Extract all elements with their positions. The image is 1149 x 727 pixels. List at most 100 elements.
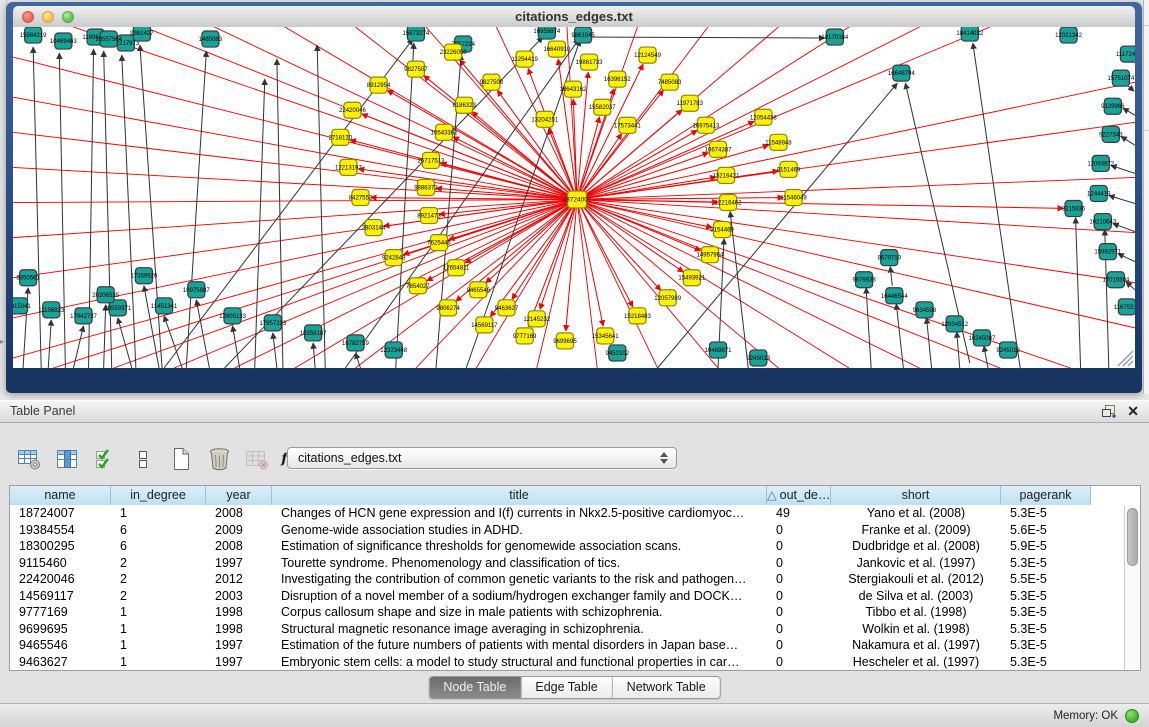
table-cell[interactable]: Dudbridge et al. (2008) <box>831 538 1001 555</box>
table-row[interactable]: 946554611997Estimation of the future num… <box>10 637 1140 654</box>
graph-node[interactable]: 22420046 <box>339 102 366 118</box>
graph-node[interactable]: 12057989 <box>654 290 681 306</box>
graph-node[interactable]: 9154469 <box>710 222 734 238</box>
graph-node[interactable]: 1485083 <box>199 31 223 47</box>
table-cell[interactable]: 2009 <box>206 522 272 539</box>
graph-node[interactable]: 10469463 <box>50 33 77 49</box>
graph-node[interactable]: 9827507 <box>404 61 428 77</box>
table-cell[interactable]: 5.3E-5 <box>1001 555 1091 572</box>
table-cell[interactable]: Investigating the contribution of common… <box>272 571 767 588</box>
graph-node[interactable]: 15345641 <box>592 328 619 344</box>
graph-node[interactable]: 8427552 <box>349 189 373 205</box>
float-panel-icon[interactable] <box>1101 404 1117 419</box>
graph-node[interactable]: 9129966 <box>1101 98 1125 114</box>
graph-node[interactable]: 9634508 <box>913 302 937 318</box>
graph-node[interactable]: 9151469 <box>777 161 801 177</box>
graph-node[interactable]: 15218483 <box>624 308 651 324</box>
table-cell[interactable]: 5.3E-5 <box>1001 654 1091 671</box>
table-cell[interactable]: 9699695 <box>10 621 111 638</box>
new-document-icon[interactable] <box>168 447 194 471</box>
table-cell[interactable]: 2 <box>111 571 206 588</box>
graph-node[interactable]: 17359926 <box>131 268 158 284</box>
table-cell[interactable]: Genome-wide association studies in ADHD. <box>272 522 767 539</box>
table-cell[interactable]: 0 <box>767 538 831 555</box>
graph-node[interactable]: 2718120 <box>329 129 353 145</box>
graph-node[interactable]: 15751074 <box>1107 70 1134 86</box>
graph-node[interactable]: 12021342 <box>1055 27 1082 43</box>
table-cell[interactable]: Disruption of a novel member of a sodium… <box>272 588 767 605</box>
table-cell[interactable]: 1998 <box>206 621 272 638</box>
graph-node[interactable]: 12093872 <box>1087 155 1114 171</box>
column-header-pagerank[interactable]: pagerank <box>1001 486 1091 505</box>
graph-node[interactable]: 9452102 <box>606 345 630 361</box>
graph-node[interactable]: 8912954 <box>367 77 391 93</box>
table-row[interactable]: 1456911722003Disruption of a novel membe… <box>10 588 1140 605</box>
table-cell[interactable]: 5.9E-5 <box>1001 538 1091 555</box>
column-header-in_degree[interactable]: in_degree <box>111 486 206 505</box>
table-cell[interactable]: 18300295 <box>10 538 111 555</box>
table-cell[interactable]: 49 <box>767 505 831 522</box>
table-vertical-scrollbar[interactable] <box>1124 506 1140 670</box>
graph-node[interactable]: 9361427 <box>130 27 154 41</box>
table-cell[interactable]: Embryonic stem cells: a model to study s… <box>272 654 767 671</box>
graph-node[interactable]: 12124549 <box>634 47 661 63</box>
table-column-icon[interactable] <box>54 447 80 471</box>
table-cell[interactable]: 6 <box>111 538 206 555</box>
table-cell[interactable]: Jankovic et al. (1997) <box>831 555 1001 572</box>
graph-node[interactable]: 16210643 <box>1089 214 1116 230</box>
graph-node[interactable]: 12054438 <box>750 109 777 125</box>
tab-network-table[interactable]: Network Table <box>612 677 720 698</box>
graph-node[interactable]: 10245087 <box>968 330 995 346</box>
graph-node[interactable]: 15582037 <box>589 99 616 115</box>
tab-node-table[interactable]: Node Table <box>429 677 520 698</box>
close-panel-icon[interactable]: ✕ <box>1127 403 1139 419</box>
table-cell[interactable]: 0 <box>767 604 831 621</box>
table-cell[interactable]: Estimation of the future numbers of pati… <box>272 637 767 654</box>
graph-node[interactable]: 15992971 <box>1094 244 1121 260</box>
table-cell[interactable]: Nakamura et al. (1997) <box>831 637 1001 654</box>
table-cell[interactable]: Tourette syndrome. Phenomenology and cla… <box>272 555 767 572</box>
table-cell[interactable]: 1997 <box>206 637 272 654</box>
network-window-titlebar[interactable]: citations_edges.txt <box>13 6 1135 28</box>
column-header-title[interactable]: title <box>272 486 767 505</box>
table-cell[interactable]: 9463627 <box>10 654 111 671</box>
table-cell[interactable]: 0 <box>767 637 831 654</box>
table-chooser-dropdown[interactable]: citations_edges.txt <box>287 447 677 469</box>
table-cell[interactable]: Wolkin et al. (1998) <box>831 621 1001 638</box>
table-cell[interactable]: 5.3E-5 <box>1001 604 1091 621</box>
table-cell[interactable]: 2 <box>111 588 206 605</box>
row-height-icon[interactable] <box>130 447 156 471</box>
table-cell[interactable]: 5.3E-5 <box>1001 588 1091 605</box>
graph-node[interactable]: 18643162 <box>560 81 587 97</box>
graph-node[interactable]: 11451341 <box>151 298 178 314</box>
graph-node[interactable]: 2803144 <box>362 220 386 236</box>
splitter-arrow-icon[interactable]: ▸ <box>0 338 4 346</box>
graph-node[interactable]: 10469871 <box>705 342 732 358</box>
graph-node[interactable]: 9245012 <box>996 342 1020 358</box>
table-cell[interactable]: 0 <box>767 621 831 638</box>
graph-node[interactable]: 8215936 <box>1062 201 1086 217</box>
graph-node[interactable]: 8850561 <box>16 270 40 286</box>
table-cell[interactable]: Yano et al. (2008) <box>831 505 1001 522</box>
table-cell[interactable]: 1997 <box>206 654 272 671</box>
table-cell[interactable]: Stergiakouli et al. (2012) <box>831 571 1001 588</box>
table-cell[interactable]: 0 <box>767 522 831 539</box>
table-row[interactable]: 1938455462009Genome-wide association stu… <box>10 522 1140 539</box>
table-settings-icon[interactable] <box>16 447 42 471</box>
tab-edge-table[interactable]: Edge Table <box>520 677 611 698</box>
table-cell[interactable]: Hescheler et al. (1997) <box>831 654 1001 671</box>
graph-node[interactable]: 9227343 <box>1099 126 1123 142</box>
table-row[interactable]: 946362711997Embryonic stem cells: a mode… <box>10 654 1140 671</box>
graph-node[interactable]: 12034512 <box>941 316 968 332</box>
graph-node[interactable]: 9861045 <box>571 27 595 43</box>
graph-node[interactable]: 19861733 <box>576 54 603 70</box>
graph-node[interactable]: 17957233 <box>259 315 286 331</box>
graph-node[interactable]: 1244419 <box>1087 185 1111 201</box>
table-cell[interactable]: 9115460 <box>10 555 111 572</box>
network-canvas[interactable]: 1598421910469463116064931221797314850831… <box>13 27 1135 368</box>
table-cell[interactable]: 1 <box>111 654 206 671</box>
graph-node[interactable]: 11971783 <box>677 95 704 111</box>
graph-node[interactable]: 3915041 <box>13 298 31 314</box>
column-header-year[interactable]: year <box>206 486 272 505</box>
table-cell[interactable]: 9777169 <box>10 604 111 621</box>
